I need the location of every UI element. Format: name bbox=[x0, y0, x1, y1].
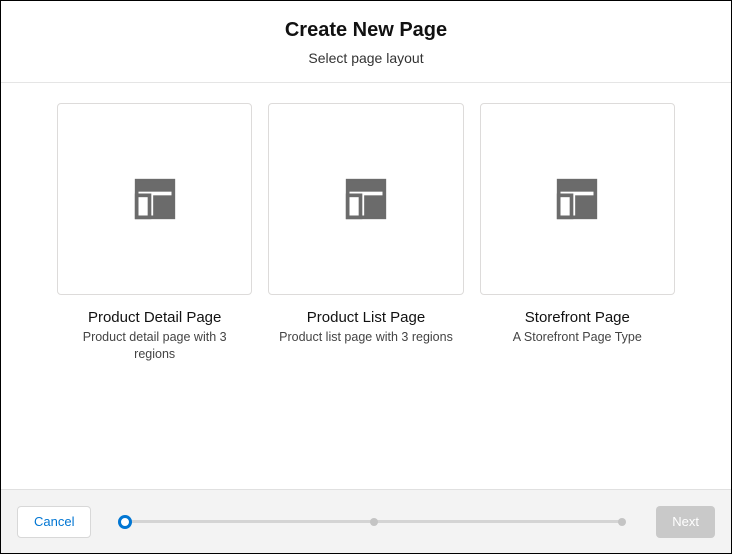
dialog-subtitle: Select page layout bbox=[1, 50, 731, 66]
progress-step-3[interactable] bbox=[618, 518, 626, 526]
dialog-title: Create New Page bbox=[1, 19, 731, 42]
layout-label: Product Detail Page bbox=[88, 309, 221, 326]
next-button[interactable]: Next bbox=[656, 506, 715, 538]
progress-indicator bbox=[115, 512, 632, 532]
layout-description: Product list page with 3 regions bbox=[279, 329, 453, 346]
layout-icon bbox=[344, 177, 388, 221]
layout-icon bbox=[555, 177, 599, 221]
layout-option-product-list[interactable]: Product List Page Product list page with… bbox=[268, 103, 463, 346]
cancel-button[interactable]: Cancel bbox=[17, 506, 91, 538]
layout-label: Product List Page bbox=[307, 309, 425, 326]
dialog-header: Create New Page Select page layout bbox=[1, 1, 731, 83]
layout-option-product-detail[interactable]: Product Detail Page Product detail page … bbox=[57, 103, 252, 363]
layout-card bbox=[268, 103, 463, 295]
progress-step-2[interactable] bbox=[370, 518, 378, 526]
layout-option-storefront[interactable]: Storefront Page A Storefront Page Type bbox=[480, 103, 675, 346]
layout-options: Product Detail Page Product detail page … bbox=[1, 83, 731, 489]
layout-icon bbox=[133, 177, 177, 221]
progress-step-1[interactable] bbox=[118, 515, 132, 529]
layout-label: Storefront Page bbox=[525, 309, 630, 326]
layout-card bbox=[57, 103, 252, 295]
layout-description: A Storefront Page Type bbox=[513, 329, 642, 346]
dialog-footer: Cancel Next bbox=[1, 489, 731, 553]
layout-description: Product detail page with 3 regions bbox=[65, 329, 245, 363]
layout-card bbox=[480, 103, 675, 295]
